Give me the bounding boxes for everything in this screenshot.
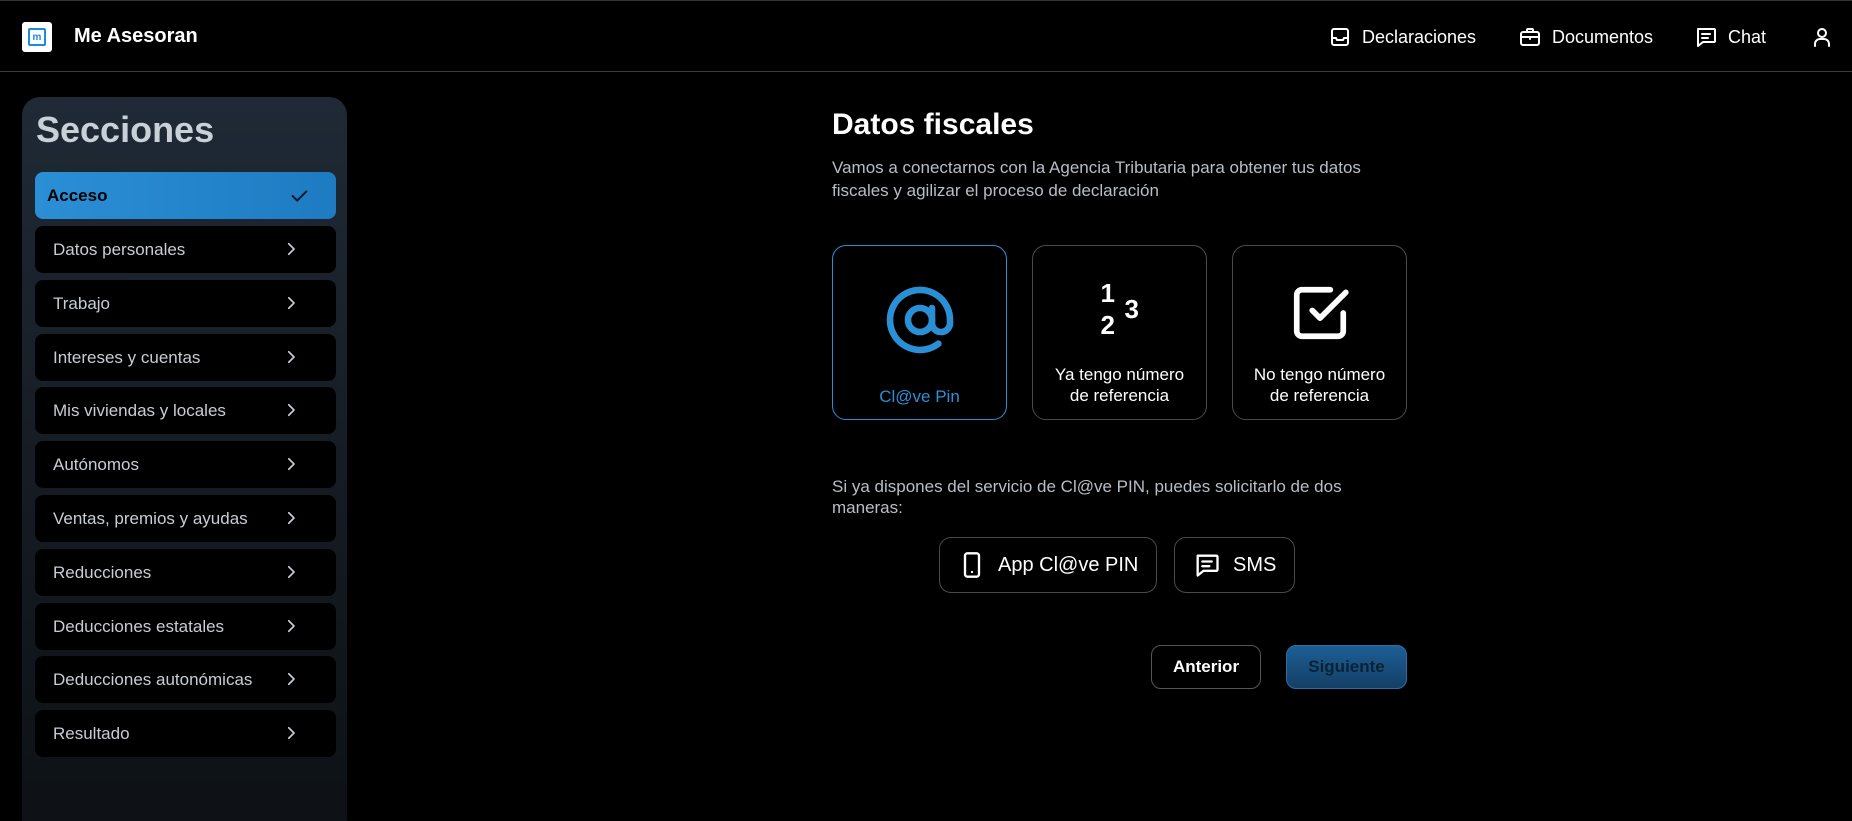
- sidebar-item-datos-personales[interactable]: Datos personales: [35, 226, 336, 273]
- sidebar-item-acceso[interactable]: Acceso: [35, 172, 336, 219]
- smartphone-icon: [963, 552, 981, 578]
- page-title: Datos fiscales: [832, 108, 1034, 141]
- user-icon: [1814, 28, 1830, 47]
- sidebar-item-label: Mis viviendas y locales: [53, 400, 226, 420]
- at-sign-icon: [886, 286, 953, 354]
- checkbox-icon: [1293, 286, 1349, 340]
- nav-declaraciones[interactable]: Declaraciones: [1328, 25, 1476, 49]
- sidebar-item-label: Ventas, premios y ayudas: [53, 508, 248, 528]
- sidebar-item-deducciones-estatales[interactable]: Deducciones estatales: [35, 603, 336, 650]
- chevron-right-icon: [287, 403, 295, 417]
- sections-sidebar: Secciones Acceso Datos personales Trabaj…: [22, 97, 347, 821]
- sms-label: SMS: [1233, 553, 1277, 576]
- clave-pin-info-text: Si ya dispones del servicio de Cl@ve PIN…: [832, 477, 1342, 517]
- nav-documentos[interactable]: Documentos: [1518, 25, 1653, 49]
- chevron-right-icon: [287, 726, 295, 740]
- sidebar-item-label: Autónomos: [53, 454, 139, 474]
- sidebar-item-viviendas-locales[interactable]: Mis viviendas y locales: [35, 387, 336, 434]
- message-icon: [1196, 554, 1219, 577]
- app-logo-icon[interactable]: m: [22, 22, 52, 52]
- sidebar-item-label: Deducciones autonómicas: [53, 669, 253, 689]
- sidebar-item-label: Resultado: [53, 723, 130, 743]
- sidebar-item-trabajo[interactable]: Trabajo: [35, 280, 336, 327]
- sidebar-item-label: Datos personales: [53, 239, 186, 259]
- sidebar-item-label: Deducciones estatales: [53, 616, 225, 636]
- next-button[interactable]: Siguiente: [1286, 645, 1407, 689]
- chevron-right-icon: [287, 511, 295, 525]
- nav-declaraciones-label: Declaraciones: [1362, 26, 1477, 47]
- sidebar-item-resultado[interactable]: Resultado: [35, 710, 336, 757]
- brand-name[interactable]: Me Asesoran: [74, 25, 198, 48]
- chevron-right-icon: [287, 296, 295, 310]
- option-card-label: No tengo número de referencia: [1253, 365, 1386, 405]
- option-card-no-tengo-referencia[interactable]: No tengo número de referencia: [1232, 245, 1407, 420]
- sidebar-item-label: Intereses y cuentas: [53, 347, 201, 367]
- sidebar-title: Secciones: [36, 109, 215, 150]
- inbox-icon: [1331, 28, 1349, 46]
- option-card-label: Cl@ve Pin: [879, 387, 960, 406]
- chevron-right-icon: [287, 565, 295, 579]
- nav-chat[interactable]: Chat: [1694, 25, 1766, 49]
- chevron-right-icon: [287, 619, 295, 633]
- sidebar-item-deducciones-autonomicas[interactable]: Deducciones autonómicas: [35, 656, 336, 703]
- page-description: Vamos a conectarnos con la Agencia Tribu…: [832, 158, 1361, 200]
- check-icon: [291, 190, 308, 202]
- nav-documentos-label: Documentos: [1552, 26, 1654, 47]
- app-clave-pin-button[interactable]: App Cl@ve PIN: [939, 537, 1158, 593]
- sidebar-item-reducciones[interactable]: Reducciones: [35, 549, 336, 596]
- sidebar-item-autonomos[interactable]: Autónomos: [35, 441, 336, 488]
- option-card-clave-pin[interactable]: Cl@ve Pin: [832, 245, 1007, 420]
- option-card-label: Ya tengo número de referencia: [1054, 365, 1185, 405]
- sidebar-item-intereses-cuentas[interactable]: Intereses y cuentas: [35, 334, 336, 381]
- app-clave-pin-label: App Cl@ve PIN: [998, 553, 1139, 576]
- chevron-right-icon: [287, 672, 295, 686]
- briefcase-icon: [1520, 28, 1540, 46]
- user-profile-button[interactable]: [1810, 25, 1834, 49]
- chat-icon: [1697, 28, 1716, 47]
- option-card-tengo-referencia[interactable]: 1 2 3 Ya tengo número de referencia: [1032, 245, 1207, 420]
- numbers-123-icon: 1 2 3: [1100, 278, 1139, 340]
- sidebar-item-ventas-premios-ayudas[interactable]: Ventas, premios y ayudas: [35, 495, 336, 542]
- sidebar-item-label: Reducciones: [53, 562, 152, 582]
- top-navigation-bar: m Me Asesoran Declaraciones Documentos C…: [0, 0, 1852, 72]
- chevron-right-icon: [287, 350, 295, 364]
- nav-chat-label: Chat: [1728, 26, 1767, 47]
- previous-button[interactable]: Anterior: [1151, 645, 1261, 689]
- sms-button[interactable]: SMS: [1174, 537, 1296, 593]
- sidebar-item-label: Trabajo: [53, 293, 111, 313]
- chevron-right-icon: [287, 242, 295, 256]
- sidebar-item-label: Acceso: [47, 185, 108, 205]
- chevron-right-icon: [287, 457, 295, 471]
